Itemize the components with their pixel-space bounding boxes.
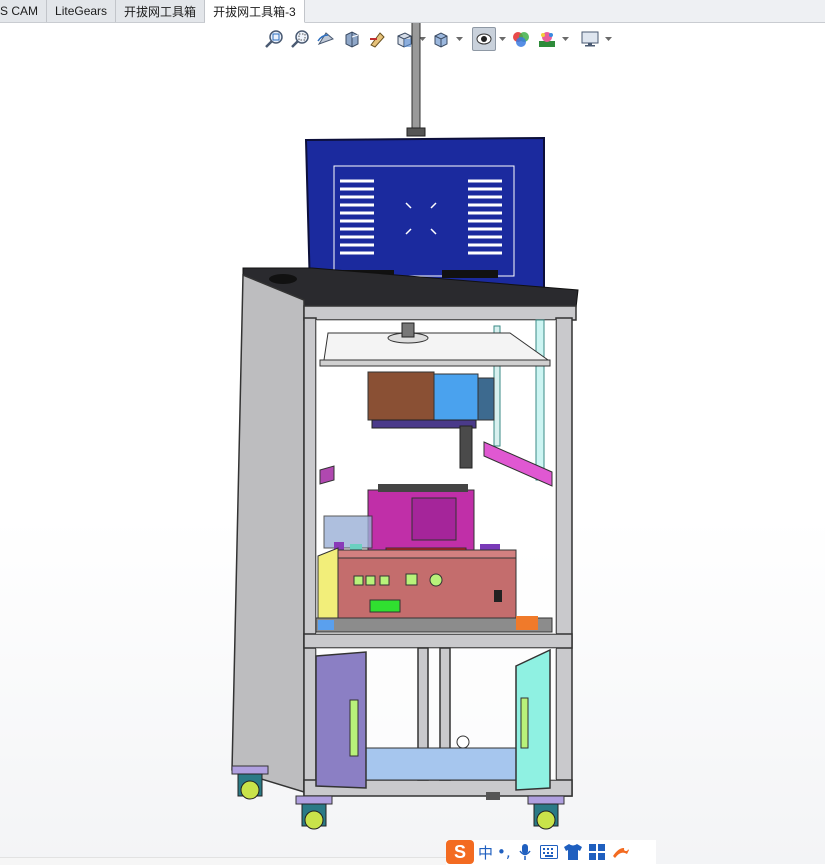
machine-model — [231, 7, 579, 830]
tab-kaibawang-toolbox[interactable]: 开拔网工具箱 — [116, 0, 206, 22]
tab-litegears[interactable]: LiteGears — [47, 0, 117, 22]
microphone-icon[interactable] — [515, 842, 535, 862]
shirt-icon[interactable] — [563, 842, 583, 862]
monitor — [304, 136, 545, 294]
tab-s-cam[interactable]: S CAM — [0, 0, 48, 22]
tab-kaibawang-toolbox-3[interactable]: 开拔网工具箱-3 — [205, 0, 305, 23]
ime-punctuation-label[interactable]: •, — [497, 843, 511, 861]
left-side-panel — [231, 273, 305, 794]
sogou-logo-icon[interactable]: S — [446, 840, 474, 864]
skin-icon[interactable] — [611, 842, 631, 862]
indicator-rod — [406, 7, 426, 137]
ime-mode-label[interactable]: 中 — [478, 842, 493, 863]
graphics-viewport[interactable] — [0, 7, 825, 841]
toolbox-icon[interactable] — [587, 842, 607, 862]
keyboard-icon[interactable] — [539, 842, 559, 862]
document-tab-bar: S CAM LiteGears 开拔网工具箱 开拔网工具箱-3 — [0, 0, 825, 23]
ime-toolbar: S 中 •, — [446, 840, 656, 864]
